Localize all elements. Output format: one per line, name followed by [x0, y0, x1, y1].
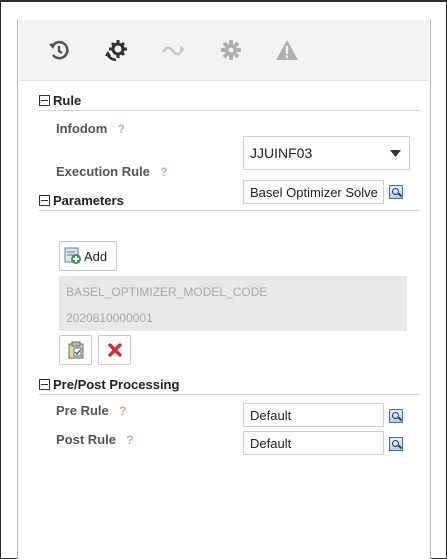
wave-icon[interactable] [159, 35, 189, 65]
search-icon[interactable] [389, 185, 403, 199]
search-icon[interactable] [389, 437, 403, 451]
pre-rule-label: Pre Rule? [56, 403, 131, 418]
infodom-label: Infodom? [56, 121, 129, 136]
infodom-label-text: Infodom [56, 121, 108, 136]
execution-rule-label-text: Execution Rule [56, 164, 150, 179]
add-label: Add [84, 248, 108, 264]
infodom-value: JJUINF03 [250, 145, 313, 161]
help-icon[interactable]: ? [113, 122, 129, 136]
divider [39, 110, 420, 111]
rule-section-title: Rule [53, 92, 82, 108]
help-icon[interactable]: ? [122, 433, 138, 447]
rule-panel: Rule Infodom? JJUINF03 Execution Rule? B… [17, 19, 431, 559]
warning-icon[interactable] [272, 35, 302, 65]
post-rule-label: Post Rule? [56, 432, 138, 447]
help-icon[interactable]: ? [156, 165, 172, 179]
add-icon [64, 247, 81, 264]
rule-section-header[interactable]: Rule [39, 91, 81, 109]
parameter-name: BASEL_OPTIMIZER_MODEL_CODE [66, 285, 268, 299]
execution-rule-label: Execution Rule? [56, 164, 172, 179]
delete-parameter-button[interactable] [98, 335, 131, 365]
prepost-section-title: Pre/Post Processing [53, 376, 180, 392]
parameters-section-header[interactable]: Parameters [39, 191, 124, 209]
close-icon [107, 343, 122, 357]
execution-rule-value: Basel Optimizer Solve [250, 184, 378, 200]
divider [39, 210, 420, 211]
help-icon[interactable]: ? [115, 404, 131, 418]
clipboard-icon [68, 341, 83, 359]
chevron-down-icon[interactable] [380, 136, 410, 170]
post-rule-field[interactable]: Default [243, 431, 384, 455]
collapse-icon[interactable] [39, 194, 50, 206]
gear-icon[interactable] [216, 35, 246, 65]
parameter-list: BASEL_OPTIMIZER_MODEL_CODE 2020810000001 [59, 276, 407, 331]
pre-rule-label-text: Pre Rule [56, 403, 109, 418]
history-icon[interactable] [44, 35, 74, 65]
divider [39, 394, 420, 395]
pre-rule-value: Default [250, 407, 292, 423]
parameters-section-title: Parameters [53, 192, 124, 208]
edit-parameter-button[interactable] [59, 335, 92, 365]
collapse-icon[interactable] [39, 378, 50, 390]
add-button[interactable]: Add [59, 241, 117, 271]
post-rule-value: Default [250, 435, 292, 451]
parameter-value: 2020810000001 [66, 311, 153, 325]
collapse-icon[interactable] [39, 94, 50, 106]
settings-run-icon[interactable] [102, 35, 132, 65]
prepost-section-header[interactable]: Pre/Post Processing [39, 375, 179, 393]
pre-rule-field[interactable]: Default [243, 403, 384, 427]
toolbar [19, 20, 429, 81]
search-icon[interactable] [389, 409, 403, 423]
window-frame: Rule Infodom? JJUINF03 Execution Rule? B… [0, 0, 447, 559]
execution-rule-field[interactable]: Basel Optimizer Solve [243, 180, 384, 204]
post-rule-label-text: Post Rule [56, 432, 116, 447]
